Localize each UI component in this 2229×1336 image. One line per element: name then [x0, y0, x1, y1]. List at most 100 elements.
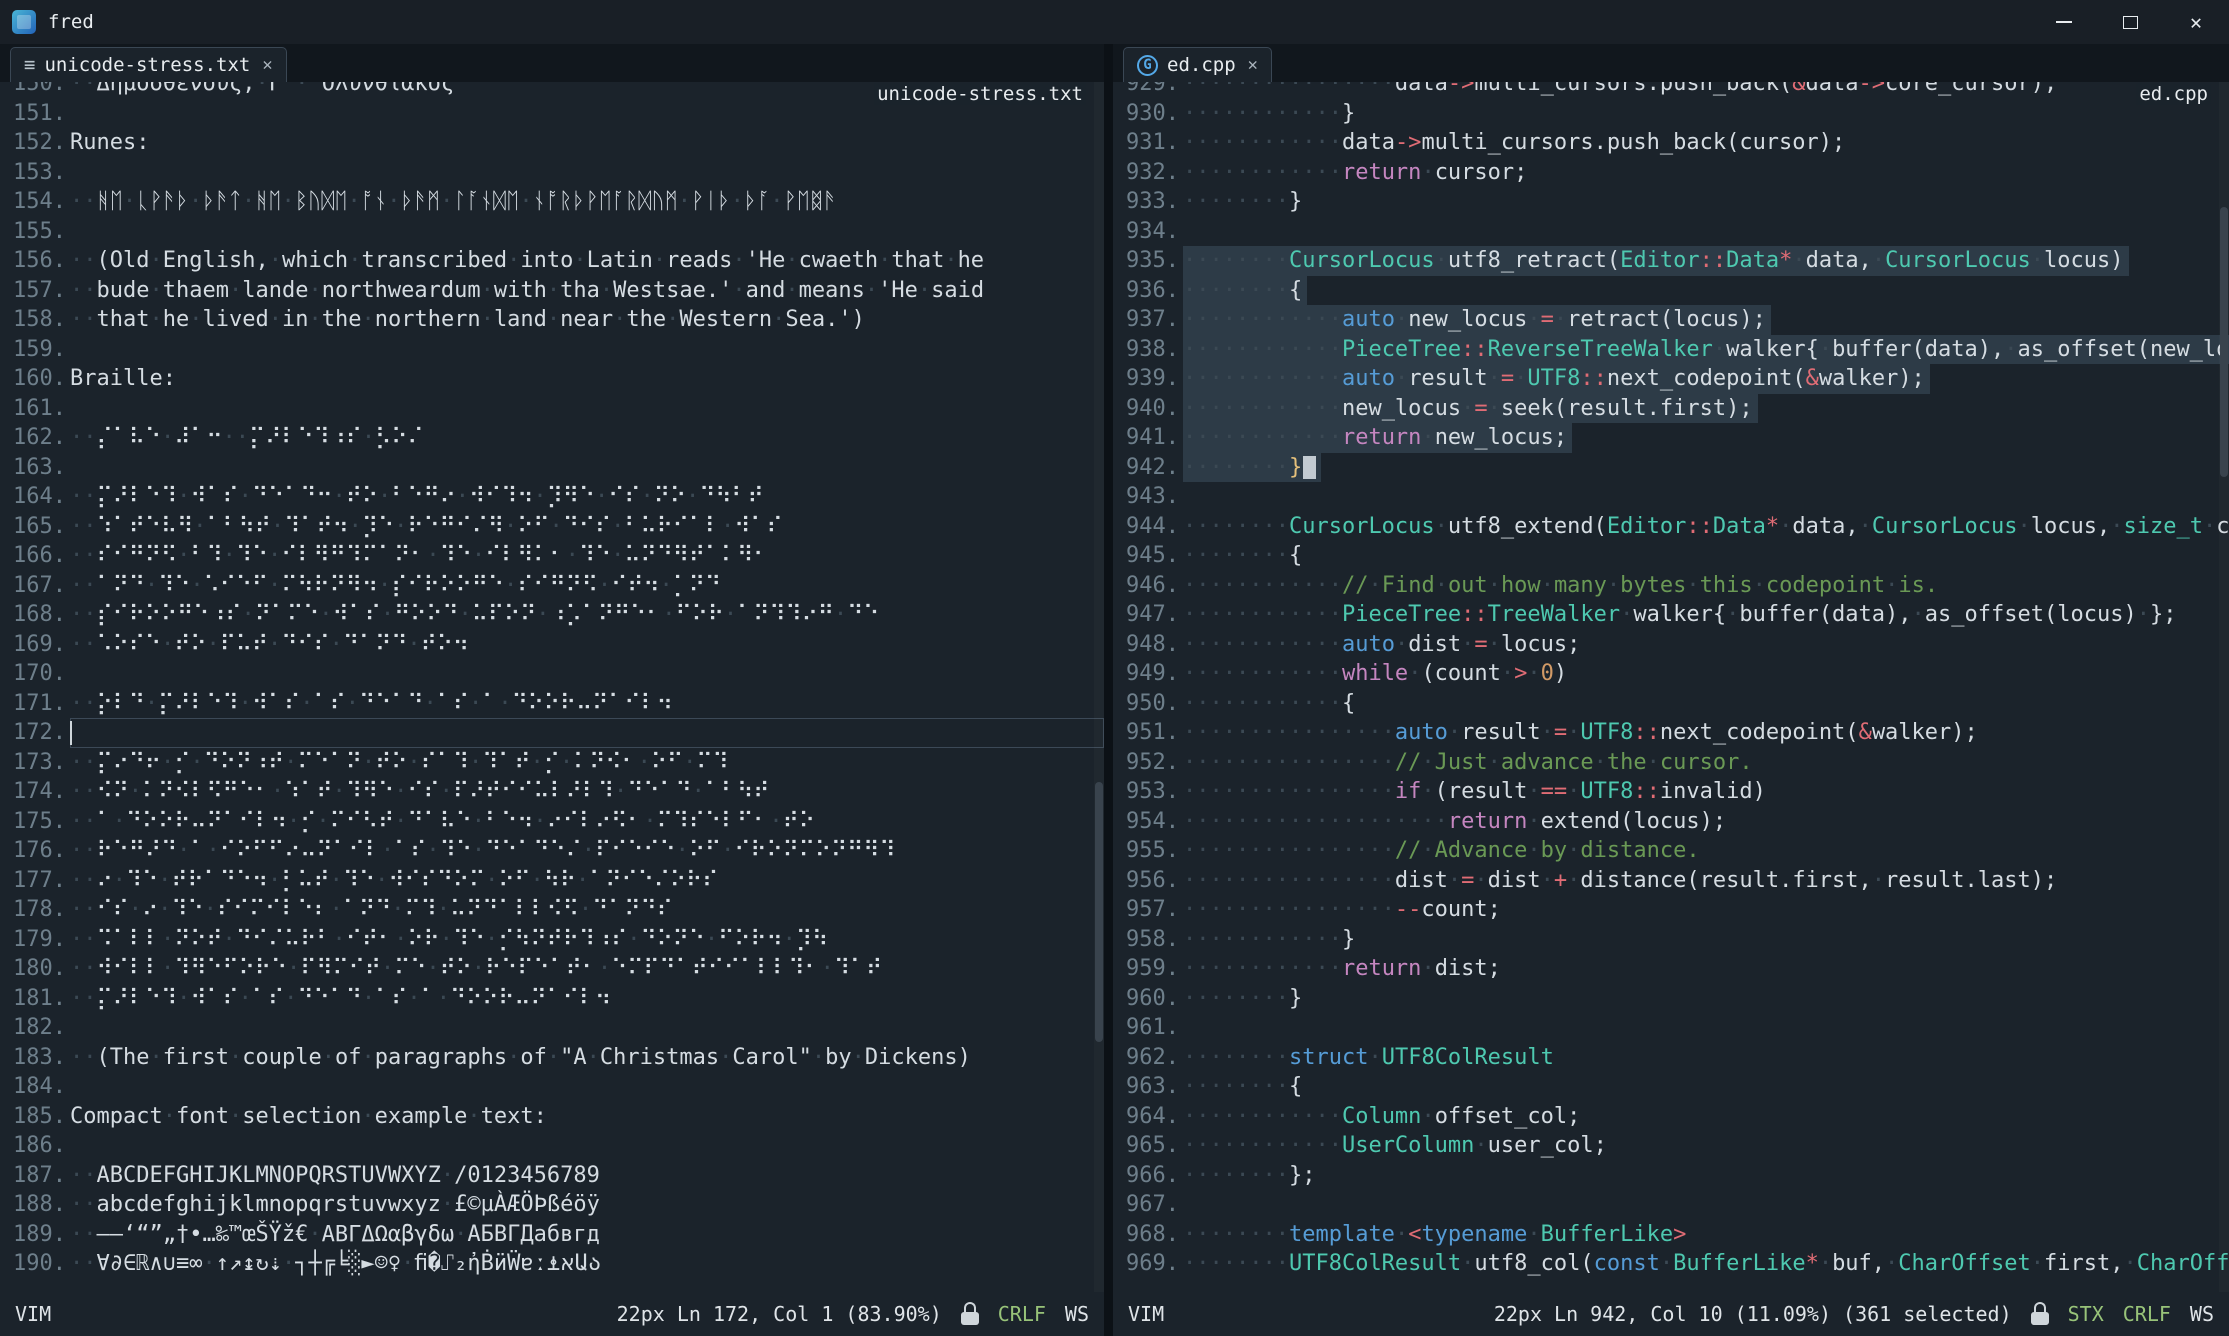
- code-line-186[interactable]: 186.: [0, 1131, 1104, 1161]
- code-line-183[interactable]: 183.··(The·first·couple·of·paragraphs·of…: [0, 1043, 1104, 1073]
- close-button[interactable]: ✕: [2163, 0, 2229, 44]
- code-line-173[interactable]: 173.··⡍⠔⠙⠖·⡊·⠙⠕⠝⠰⠞·⠍⠑⠁⠝·⠞⠕·⠎⠁⠹·⠹⠁⠞·⡊·⠅⠝⠪…: [0, 748, 1104, 778]
- code-line-959[interactable]: 959.············return·dist;: [1113, 954, 2229, 984]
- code-line-966[interactable]: 966.········};: [1113, 1161, 2229, 1191]
- code-line-945[interactable]: 945.········{: [1113, 541, 2229, 571]
- code-line-943[interactable]: 943.: [1113, 482, 2229, 512]
- code-line-157[interactable]: 157.··bude·thaem·lande·northweardum·with…: [0, 276, 1104, 306]
- code-line-153[interactable]: 153.: [0, 158, 1104, 188]
- code-line-158[interactable]: 158.··that·he·lived·in·the·northern·land…: [0, 305, 1104, 335]
- lock-icon[interactable]: [961, 1310, 979, 1325]
- code-line-175[interactable]: 175.··⠁·⠙⠕⠕⠗⠤⠝⠁⠊⠇⠲·⡊·⠍⠊⠣⠞·⠙⠁⠧⠑·⠃⠑⠲·⠔⠊⠇⠔⠫…: [0, 807, 1104, 837]
- code-line-934[interactable]: 934.: [1113, 217, 2229, 247]
- code-line-164[interactable]: 164.··⡍⠜⠇⠑⠹·⠺⠁⠎·⠙⠑⠁⠙⠒·⠞⠕·⠃⠑⠛⠔·⠺⠊⠹⠲·⡹⠻⠑·⠊…: [0, 482, 1104, 512]
- left-editor[interactable]: unicode-stress.txt 150.··Δημοσθένους,·Γ´…: [0, 82, 1104, 1292]
- tab-ed-cpp[interactable]: G ed.cpp ✕: [1123, 47, 1272, 82]
- code-line-187[interactable]: 187.··ABCDEFGHIJKLMNOPQRSTUVWXYZ·/012345…: [0, 1161, 1104, 1191]
- code-line-184[interactable]: 184.: [0, 1072, 1104, 1102]
- code-line-169[interactable]: 169.··⠡⠕⠎⠑·⠞⠕·⠏⠥⠞·⠙⠊⠎·⠙⠁⠝⠙·⠞⠕⠲: [0, 630, 1104, 660]
- stx-indicator[interactable]: STX: [2068, 1302, 2104, 1326]
- code-line-937[interactable]: 937.············auto·new_locus·=·retract…: [1113, 305, 2229, 335]
- whitespace-indicator[interactable]: WS: [2190, 1302, 2214, 1326]
- code-line-963[interactable]: 963.········{: [1113, 1072, 2229, 1102]
- code-line-152[interactable]: 152.Runes:: [0, 128, 1104, 158]
- right-scrollbar-thumb[interactable]: [2220, 207, 2228, 477]
- code-line-182[interactable]: 182.: [0, 1013, 1104, 1043]
- code-line-965[interactable]: 965.············UserColumn·user_col;: [1113, 1131, 2229, 1161]
- code-line-163[interactable]: 163.: [0, 453, 1104, 483]
- code-line-933[interactable]: 933.········}: [1113, 187, 2229, 217]
- code-line-942[interactable]: 942.········}: [1113, 453, 2229, 483]
- code-line-156[interactable]: 156.··(Old·English,·which·transcribed·in…: [0, 246, 1104, 276]
- code-line-967[interactable]: 967.: [1113, 1190, 2229, 1220]
- code-line-154[interactable]: 154.··ᚻᛖ·ᚳᚹᚫᚦ·ᚦᚫᛏ·ᚻᛖ·ᛒᚢᛞᛖ·ᚩᚾ·ᚦᚫᛗ·ᛚᚪᚾᛞᛖ·ᚾ…: [0, 187, 1104, 217]
- code-line-948[interactable]: 948.············auto·dist·=·locus;: [1113, 630, 2229, 660]
- code-line-159[interactable]: 159.: [0, 335, 1104, 365]
- code-line-172[interactable]: 172.: [0, 718, 1104, 748]
- code-line-165[interactable]: 165.··⠱⠁⠞⠑⠧⠻·⠁⠃⠳⠞·⠹⠁⠞⠲·⡹⠑·⠗⠑⠛⠊⠌⠻·⠕⠋·⠙⠊⠎·…: [0, 512, 1104, 542]
- code-line-166[interactable]: 166.··⠎⠊⠛⠝⠫·⠃⠹·⠹⠑·⠊⠇⠻⠛⠹⠍⠁⠝⠂·⠹⠑·⠊⠇⠻⠅⠂·⠹⠑·…: [0, 541, 1104, 571]
- code-line-951[interactable]: 951.················auto·result·=·UTF8::…: [1113, 718, 2229, 748]
- title-bar[interactable]: fred ✕: [0, 0, 2229, 44]
- tab-close-icon[interactable]: ✕: [262, 55, 272, 75]
- eol-indicator[interactable]: CRLF: [998, 1302, 1046, 1326]
- code-line-940[interactable]: 940.············new_locus·=·seek(result.…: [1113, 394, 2229, 424]
- code-line-941[interactable]: 941.············return·new_locus;: [1113, 423, 2229, 453]
- code-line-181[interactable]: 181.··⡍⠜⠇⠑⠹·⠺⠁⠎·⠁⠎·⠙⠑⠁⠙·⠁⠎·⠁·⠙⠕⠕⠗⠤⠝⠁⠊⠇⠲: [0, 984, 1104, 1014]
- code-line-188[interactable]: 188.··abcdefghijklmnopqrstuvwxyz·£©µÀÆÖÞ…: [0, 1190, 1104, 1220]
- tab-close-icon[interactable]: ✕: [1248, 55, 1258, 75]
- code-line-949[interactable]: 949.············while·(count·>·0): [1113, 659, 2229, 689]
- left-scrollbar-track[interactable]: [1094, 82, 1104, 1292]
- code-line-170[interactable]: 170.: [0, 659, 1104, 689]
- whitespace-indicator[interactable]: WS: [1065, 1302, 1089, 1326]
- tab-unicode-stress[interactable]: ≡ unicode-stress.txt ✕: [10, 47, 287, 82]
- code-line-957[interactable]: 957.················--count;: [1113, 895, 2229, 925]
- eol-indicator[interactable]: CRLF: [2123, 1302, 2171, 1326]
- code-line-955[interactable]: 955.················//·Advance·by·distan…: [1113, 836, 2229, 866]
- code-line-178[interactable]: 178.··⠊⠎·⠔·⠹⠑·⠎⠊⠍⠊⠇⠑⠆·⠁⠝⠙·⠍⠹·⠥⠝⠙⠁⠇⠇⠪⠫·⠙⠁…: [0, 895, 1104, 925]
- code-line-189[interactable]: 189.··–—‘“”„†•…‰™œŠŸž€·ΑΒΓΔΩαβγδω·АБВГДа…: [0, 1220, 1104, 1250]
- code-line-168[interactable]: 168.··⡎⠊⠗⠕⠕⠛⠑⠰⠎·⠝⠁⠍⠑·⠺⠁⠎·⠛⠕⠕⠙·⠥⠏⠕⠝·⠰⡡⠁⠝⠛…: [0, 600, 1104, 630]
- code-line-939[interactable]: 939.············auto·result·=·UTF8::next…: [1113, 364, 2229, 394]
- code-line-962[interactable]: 962.········struct·UTF8ColResult: [1113, 1043, 2229, 1073]
- code-line-929[interactable]: 929.················data->multi_cursors.…: [1113, 82, 2229, 99]
- code-line-961[interactable]: 961.: [1113, 1013, 2229, 1043]
- code-line-176[interactable]: 176.··⠗⠑⠛⠜⠙·⠁·⠊⠕⠋⠋⠔⠤⠝⠁⠊⠇·⠁⠎·⠹⠑·⠙⠑⠁⠙⠑⠌·⠏⠊…: [0, 836, 1104, 866]
- code-line-185[interactable]: 185.Compact·font·selection·example·text:: [0, 1102, 1104, 1132]
- code-line-167[interactable]: 167.··⠁⠝⠙·⠹⠑·⠡⠊⠑⠋·⠍⠳⠗⠝⠻⠲·⡎⠊⠗⠕⠕⠛⠑·⠎⠊⠛⠝⠫·⠊…: [0, 571, 1104, 601]
- minimize-button[interactable]: [2031, 0, 2097, 44]
- code-line-179[interactable]: 179.··⠩⠁⠇⠇·⠝⠕⠞·⠙⠊⠌⠥⠗⠃·⠊⠞⠂·⠕⠗·⠹⠑·⡊⠳⠝⠞⠗⠹⠰⠎…: [0, 925, 1104, 955]
- code-line-953[interactable]: 953.················if·(result·==·UTF8::…: [1113, 777, 2229, 807]
- code-line-155[interactable]: 155.: [0, 217, 1104, 247]
- code-line-944[interactable]: 944.········CursorLocus·utf8_extend(Edit…: [1113, 512, 2229, 542]
- code-line-160[interactable]: 160.Braille:: [0, 364, 1104, 394]
- code-line-190[interactable]: 190.··∀∂∈ℝ∧∪≡∞·↑↗↨↻⇣·┐┼╔╘░►☺♀·ﬁ�⑀₂ἠḂӥẄɐː…: [0, 1249, 1104, 1279]
- pane-divider[interactable]: [1104, 44, 1113, 1336]
- code-line-969[interactable]: 969.········UTF8ColResult·utf8_col(const…: [1113, 1249, 2229, 1279]
- code-line-956[interactable]: 956.················dist·=·dist·+·distan…: [1113, 866, 2229, 896]
- right-scrollbar-track[interactable]: [2219, 82, 2229, 1292]
- code-line-162[interactable]: 162.··⡌⠁⠧⠑·⠼⠁⠒··⡍⠜⠇⠑⠹⠰⠎·⡣⠕⠌: [0, 423, 1104, 453]
- code-line-936[interactable]: 936.········{: [1113, 276, 2229, 306]
- code-line-968[interactable]: 968.········template·<typename·BufferLik…: [1113, 1220, 2229, 1250]
- code-line-946[interactable]: 946.············//·Find·out·how·many·byt…: [1113, 571, 2229, 601]
- code-line-938[interactable]: 938.············PieceTree::ReverseTreeWa…: [1113, 335, 2229, 365]
- code-line-180[interactable]: 180.··⠺⠊⠇⠇·⠹⠻⠑⠋⠕⠗⠑·⠏⠻⠍⠊⠞·⠍⠑·⠞⠕·⠗⠑⠏⠑⠁⠞⠂·⠑…: [0, 954, 1104, 984]
- lock-icon[interactable]: [2031, 1310, 2049, 1325]
- right-editor[interactable]: ed.cpp 929.················data->multi_c…: [1113, 82, 2229, 1292]
- code-line-958[interactable]: 958.············}: [1113, 925, 2229, 955]
- code-line-161[interactable]: 161.: [0, 394, 1104, 424]
- code-line-171[interactable]: 171.··⡕⠇⠙·⡍⠜⠇⠑⠹·⠺⠁⠎·⠁⠎·⠙⠑⠁⠙·⠁⠎·⠁·⠙⠕⠕⠗⠤⠝⠁…: [0, 689, 1104, 719]
- code-line-174[interactable]: 174.··⠪⠝·⠅⠝⠪⠇⠫⠛⠑⠂·⠱⠁⠞·⠹⠻⠑·⠊⠎·⠏⠜⠞⠊⠊⠥⠇⠜⠇⠹·…: [0, 777, 1104, 807]
- code-line-952[interactable]: 952.················//·Just·advance·the·…: [1113, 748, 2229, 778]
- code-line-931[interactable]: 931.············data->multi_cursors.push…: [1113, 128, 2229, 158]
- maximize-button[interactable]: [2097, 0, 2163, 44]
- code-line-960[interactable]: 960.········}: [1113, 984, 2229, 1014]
- code-line-930[interactable]: 930.············}: [1113, 99, 2229, 129]
- code-line-947[interactable]: 947.············PieceTree::TreeWalker·wa…: [1113, 600, 2229, 630]
- left-scrollbar-thumb[interactable]: [1095, 782, 1103, 1042]
- code-line-950[interactable]: 950.············{: [1113, 689, 2229, 719]
- code-line-935[interactable]: 935.········CursorLocus·utf8_retract(Edi…: [1113, 246, 2229, 276]
- code-line-177[interactable]: 177.··⠔·⠹⠑·⠞⠗⠁⠙⠑⠲·⡃⠥⠞·⠹⠑·⠺⠊⠎⠙⠕⠍·⠕⠋·⠳⠗·⠁⠝…: [0, 866, 1104, 896]
- code-line-964[interactable]: 964.············Column·offset_col;: [1113, 1102, 2229, 1132]
